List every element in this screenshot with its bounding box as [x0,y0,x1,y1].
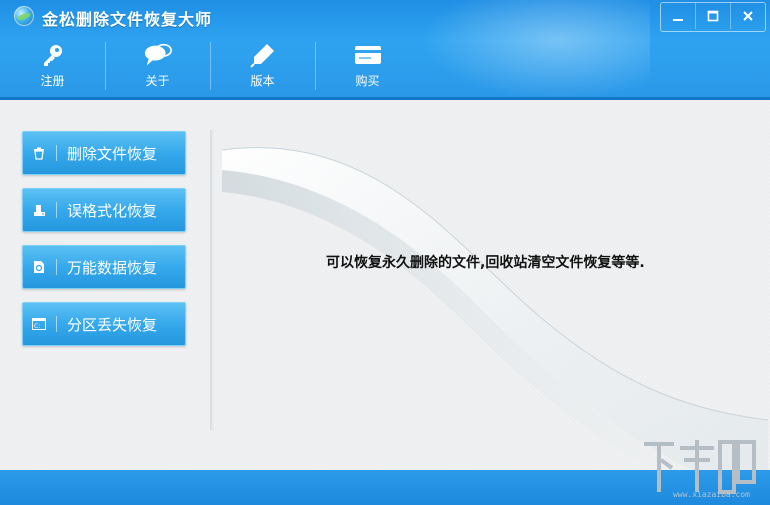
partition-icon: C: [32,317,46,331]
maximize-icon [707,10,719,22]
chat-bubbles-icon [143,40,173,70]
toolbar-register[interactable]: 注册 [0,36,105,96]
format-recovery-label: 误格式化恢复 [67,201,158,220]
decorative-wave [221,147,768,470]
universal-data-recovery-label: 万能数据恢复 [67,258,158,277]
minimize-icon [673,19,683,21]
delete-file-recovery-button[interactable]: 删除文件恢复 [22,131,186,175]
button-separator [56,259,57,275]
toolbar-version-label: 版本 [250,74,275,88]
maximize-button[interactable] [695,3,730,29]
title-bar: 金松删除文件恢复大师 [0,0,770,34]
delete-file-recovery-label: 删除文件恢复 [67,144,158,163]
toolbar-buy-label: 购买 [355,74,380,88]
window-title: 金松删除文件恢复大师 [42,10,213,29]
close-button[interactable] [730,3,765,29]
window-controls [660,2,766,32]
close-icon [743,11,753,21]
key-icon [38,40,68,70]
button-separator [56,145,57,161]
button-separator [56,202,57,218]
header-bar: 金松删除文件恢复大师 注册 关于 版本 购买 [0,0,770,100]
minimize-button[interactable] [661,3,695,29]
svg-text:C:: C: [34,323,40,330]
toolbar-about-label: 关于 [145,74,170,88]
toolbar-register-label: 注册 [40,74,65,88]
watermark-url: www.xiazaiba.com [672,490,750,499]
pencil-icon [248,40,278,70]
partition-recovery-button[interactable]: C: 分区丢失恢复 [22,302,186,346]
format-drive-icon [32,203,46,217]
app-window: 金松删除文件恢复大师 注册 关于 版本 购买 删除文件恢复 误格式化恢复 万能数… [0,0,770,505]
toolbar-about[interactable]: 关于 [105,36,210,96]
content-area: 可以恢复永久删除的文件,回收站清空文件恢复等等. [212,140,768,470]
card-icon [353,40,383,70]
universal-data-recovery-button[interactable]: 万能数据恢复 [22,245,186,289]
toolbar-version[interactable]: 版本 [210,36,315,96]
info-text: 可以恢复永久删除的文件,回收站清空文件恢复等等. [326,255,645,271]
app-logo-icon [14,6,34,26]
trash-icon [32,146,46,160]
data-file-icon [32,260,46,274]
toolbar-buy[interactable]: 购买 [315,36,420,96]
main-panel: 删除文件恢复 误格式化恢复 万能数据恢复 C: 分区丢失恢复 可以恢复永久删除的… [0,100,770,470]
sidebar: 删除文件恢复 误格式化恢复 万能数据恢复 C: 分区丢失恢复 [22,131,186,359]
partition-recovery-label: 分区丢失恢复 [67,315,158,334]
button-separator [56,316,57,332]
toolbar: 注册 关于 版本 购买 [0,36,420,96]
format-recovery-button[interactable]: 误格式化恢复 [22,188,186,232]
